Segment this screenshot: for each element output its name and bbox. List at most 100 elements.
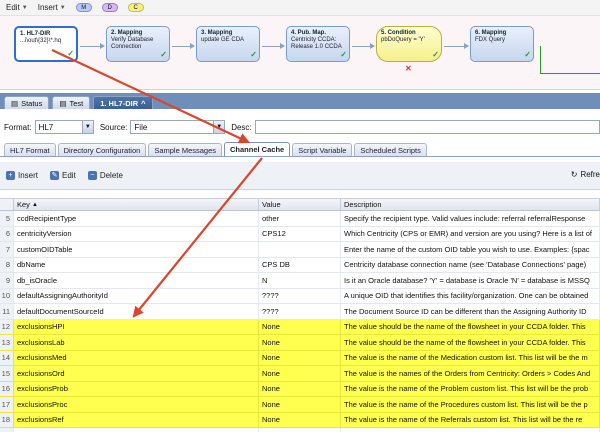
node-subtitle: FDX Query: [475, 37, 506, 43]
format-select[interactable]: HL7 ▼: [34, 120, 94, 134]
source-select[interactable]: File ▼: [130, 120, 226, 134]
chevron-down-icon[interactable]: ▼: [81, 121, 93, 133]
workflow-node-mapping-2[interactable]: 2. Mapping Verify Database Connection ✓: [106, 26, 170, 62]
refresh-button[interactable]: ↻ Refre: [571, 170, 600, 179]
success-path-line: [540, 73, 600, 74]
key-cell: exclusionsOrd: [14, 366, 259, 381]
connector-arrow: [172, 43, 195, 49]
delete-label: Delete: [99, 171, 123, 180]
tab-test[interactable]: ▤ Test: [52, 96, 91, 109]
key-cell: db_isOracle: [14, 273, 259, 288]
tab-hl7-format[interactable]: HL7 Format: [4, 143, 56, 156]
row-number: 12: [0, 319, 14, 334]
value-column-header[interactable]: Value: [259, 199, 341, 210]
dock-tab-bar: ▤ Status ▤ Test 1. HL7-DIR ^: [0, 93, 600, 109]
edit-menu[interactable]: Edit ▼: [6, 3, 28, 12]
description-cell: The value is the name of the Procedures …: [341, 397, 600, 412]
table-row[interactable]: 17 exclusionsProc None The value is the nam…: [0, 397, 600, 413]
test-icon: ▤: [59, 98, 67, 108]
value-cell: CPS12: [259, 226, 341, 241]
description-cell: The value is the names of the Orders fro…: [341, 366, 600, 381]
chevron-down-icon: ▼: [59, 4, 66, 11]
table-row[interactable]: 10 defaultAssigningAuthorityId???? A uniqu…: [0, 288, 600, 304]
tab-directory-configuration[interactable]: Directory Configuration: [57, 143, 147, 156]
node-title: 4. Pub. Map.: [291, 30, 327, 36]
row-number: 13: [0, 335, 14, 350]
key-cell: defaultDocumentSourceId: [14, 304, 259, 319]
description-cell: A unique OID that identifies this facili…: [341, 288, 600, 303]
value-cell: other: [259, 211, 341, 226]
workflow-canvas: 1. HL7-DIR ...i\out\{32}\*.hq ✓ 2. Mappi…: [0, 16, 600, 90]
tab-hl7-dir[interactable]: 1. HL7-DIR ^: [93, 96, 153, 109]
table-row[interactable]: 9 db_isOracle N Is it an Oracle database? '…: [0, 273, 600, 289]
description-column-header[interactable]: Description: [341, 199, 600, 210]
database-pill-button[interactable]: D: [101, 3, 118, 12]
row-number: 19: [0, 428, 14, 432]
edit-label: Edit: [62, 171, 76, 180]
description-cell: The Document Source ID can be different …: [341, 304, 600, 319]
key-cell: facilityId: [14, 428, 259, 432]
desc-input[interactable]: [254, 120, 600, 134]
workflow-node-hl7-dir[interactable]: 1. HL7-DIR ...i\out\{32}\*.hq ✓: [14, 26, 78, 62]
table-row[interactable]: 13 exclusionsLab None The value should be t…: [0, 335, 600, 351]
tab-status[interactable]: ▤ Status: [4, 96, 50, 109]
row-number: 18: [0, 412, 14, 427]
connector-arrow: [80, 43, 105, 49]
workflow-node-condition-5[interactable]: 5. Condition pbDoQuery = 'Y' ✓: [376, 26, 442, 62]
description-cell: Centricity database connection name (see…: [341, 257, 600, 272]
edit-button[interactable]: ✎ Edit: [50, 171, 76, 180]
key-cell: ccdRecipientType: [14, 211, 259, 226]
key-cell: exclusionsProc: [14, 397, 259, 412]
tab-channel-cache[interactable]: Channel Cache: [224, 142, 291, 156]
table-row[interactable]: 15 exclusionsOrd None The value is the name…: [0, 366, 600, 382]
table-row[interactable]: 18 exclusionsRef None The value is the name…: [0, 412, 600, 428]
connector-arrow: [444, 43, 469, 49]
insert-button[interactable]: + Insert: [6, 171, 38, 180]
table-row[interactable]: 16 exclusionsProb None The value is the nam…: [0, 381, 600, 397]
table-row[interactable]: 8 dbName CPS DB Centricity database connect…: [0, 257, 600, 273]
node-title: 3. Mapping: [201, 30, 233, 36]
description-cell: The value is the name of the Problem cus…: [341, 381, 600, 396]
description-cell: The value is the name of the Referrals c…: [341, 412, 600, 427]
workflow-node-mapping-6[interactable]: 6. Mapping FDX Query ✓: [470, 26, 534, 62]
chevron-down-icon: ▼: [21, 4, 28, 11]
check-icon: ✓: [67, 49, 74, 58]
tab-sample-messages[interactable]: Sample Messages: [148, 143, 223, 156]
grid-toolbar: + Insert ✎ Edit − Delete: [0, 162, 600, 190]
row-number: 9: [0, 273, 14, 288]
workflow-node-pub-map-4[interactable]: 4. Pub. Map. Centricity CCDA: Release 1.…: [286, 26, 350, 62]
table-row[interactable]: 14 exclusionsMed None The value is the name…: [0, 350, 600, 366]
insert-menu[interactable]: Insert ▼: [38, 3, 66, 12]
sort-asc-icon: ▲: [31, 201, 38, 208]
key-header-label: Key: [17, 200, 30, 209]
value-cell: None: [259, 335, 341, 350]
table-row[interactable]: 11 defaultDocumentSourceId???? The Documen…: [0, 304, 600, 320]
table-row[interactable]: 6 centricityVersion CPS12 Which Centricity …: [0, 226, 600, 242]
node-subtitle: update GE CDA: [201, 37, 245, 43]
desc-label: Desc:: [231, 122, 252, 132]
key-column-header[interactable]: Key ▲: [14, 199, 259, 210]
tab-label: Status: [21, 98, 43, 108]
table-row[interactable]: 5 ccdRecipientType other Specify the recipi…: [0, 211, 600, 227]
node-title: 5. Condition: [381, 30, 416, 36]
delete-button[interactable]: − Delete: [87, 171, 123, 180]
row-number: 15: [0, 366, 14, 381]
table-row[interactable]: 7 customOIDTable Enter the name of the cus…: [0, 242, 600, 258]
tab-script-variable[interactable]: Script Variable: [292, 143, 353, 156]
condition-pill-button[interactable]: C: [127, 3, 144, 12]
table-row[interactable]: 12 exclusionsHPI None The value should be t…: [0, 319, 600, 335]
tab-scheduled-scripts[interactable]: Scheduled Scripts: [354, 143, 427, 156]
value-cell: None: [259, 397, 341, 412]
value-cell: None: [259, 412, 341, 427]
pencil-icon: ✎: [50, 171, 60, 180]
workflow-node-mapping-3[interactable]: 3. Mapping update GE CDA ✓: [196, 26, 260, 62]
description-cell: A unique ID that differentiates this fac…: [341, 428, 600, 432]
table-row[interactable]: 19facilityId(MSH-4.1)A unique ID that di…: [0, 428, 600, 432]
key-cell: exclusionsProb: [14, 381, 259, 396]
minus-icon: −: [87, 171, 97, 180]
chevron-down-icon[interactable]: ▼: [213, 121, 225, 133]
status-icon: ▤: [11, 98, 19, 108]
chevron-up-icon: ^: [141, 98, 146, 108]
key-cell: dbName: [14, 257, 259, 272]
mapping-pill-button[interactable]: M: [75, 3, 92, 12]
